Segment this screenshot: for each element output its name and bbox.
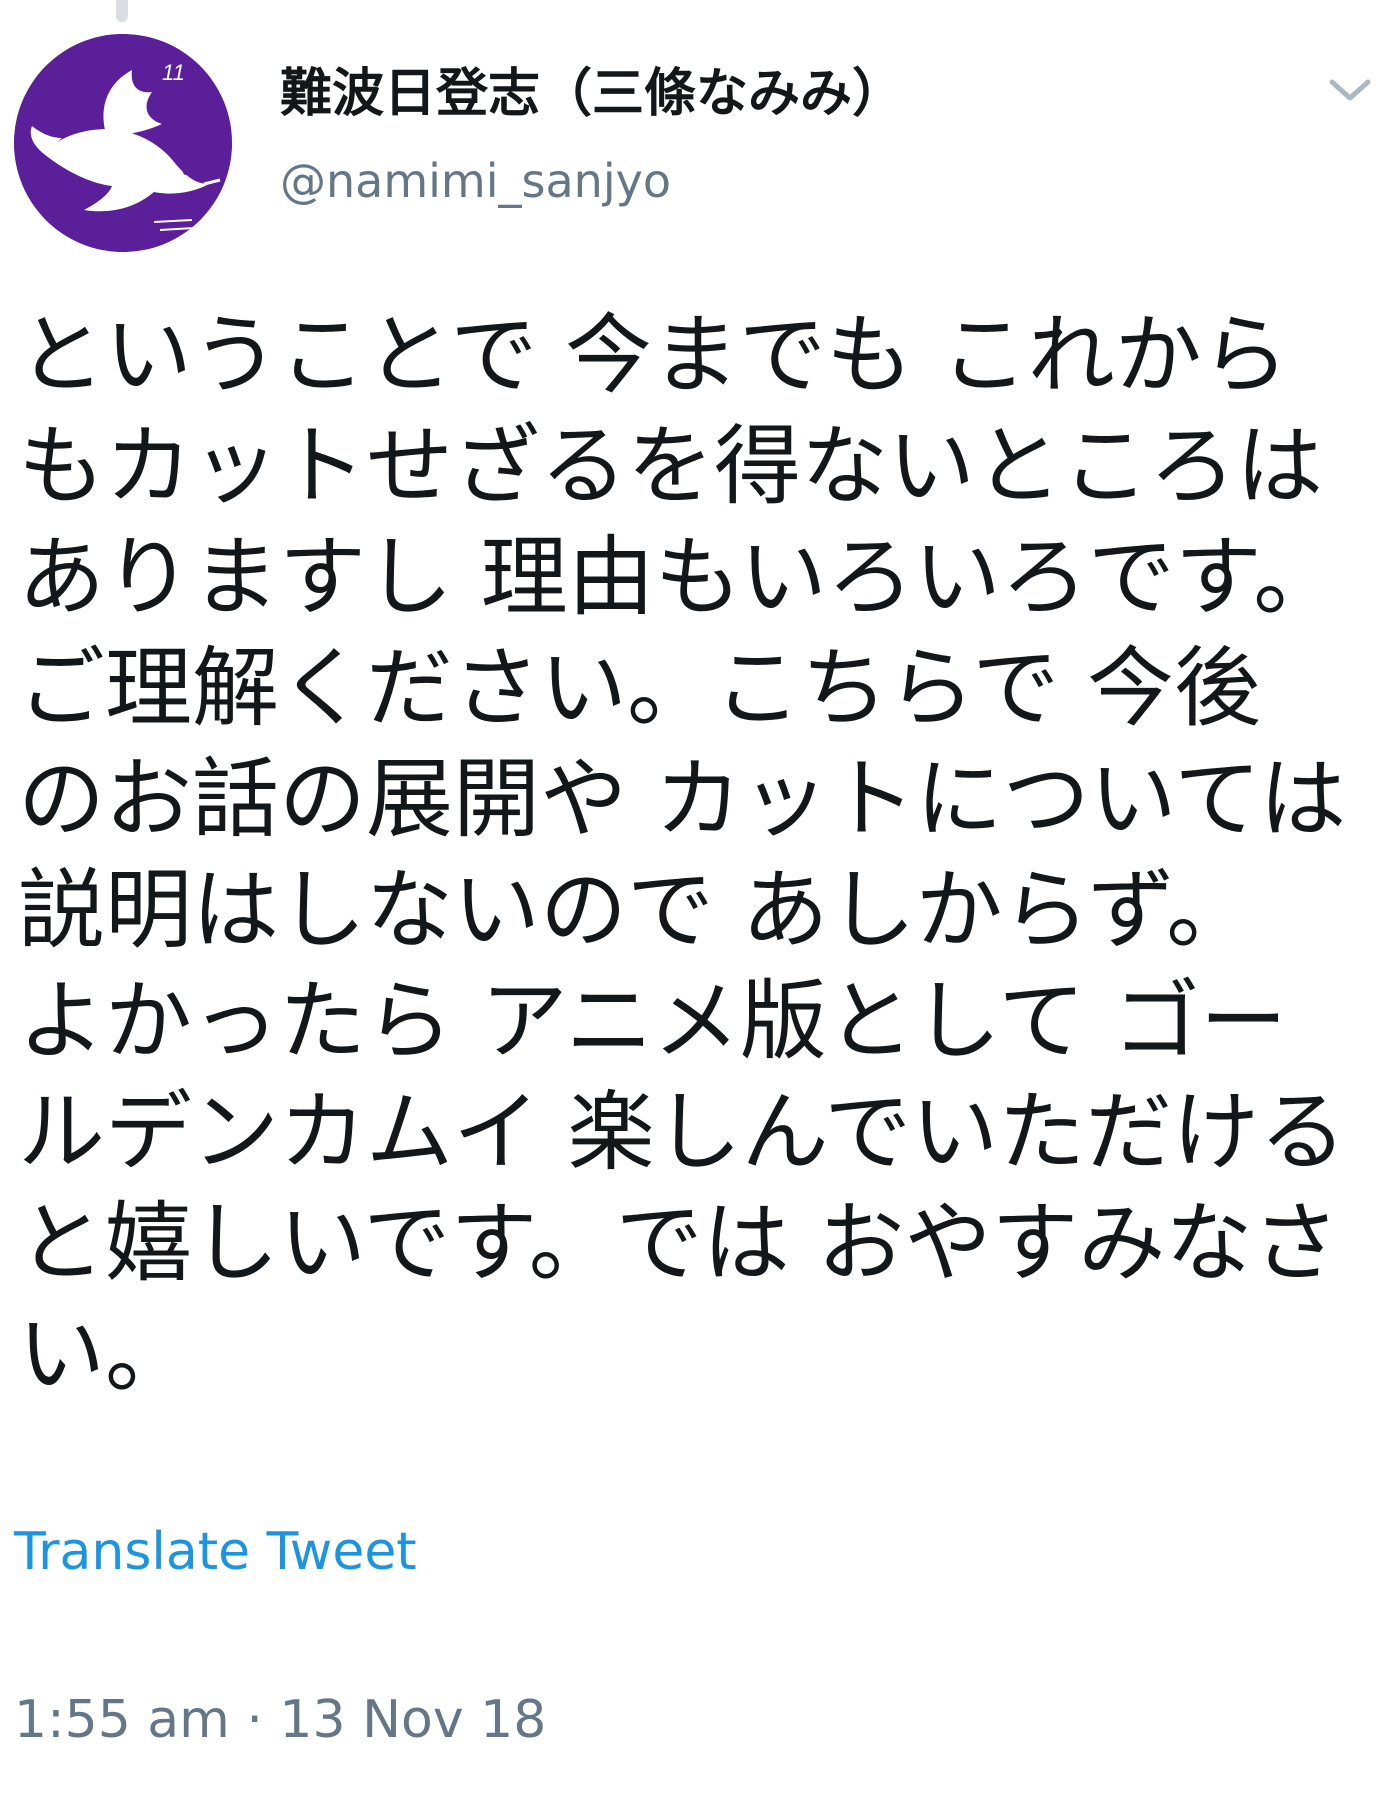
- translate-tweet-link[interactable]: Translate Tweet: [14, 1526, 417, 1578]
- tweet-timestamp[interactable]: 1:55 am · 13 Nov 18: [14, 1694, 546, 1746]
- tweet-text-line: のお話の展開や カットについては: [18, 748, 1347, 850]
- profile-avatar[interactable]: 11: [14, 34, 232, 252]
- tweet-text-line: ということで 今までも これから: [18, 304, 1289, 406]
- thread-connector-line: [116, 0, 128, 22]
- tweet-text-line: と嬉しいです。では おやすみなさ: [18, 1192, 1340, 1294]
- tweet-text-line: よかったら アニメ版として ゴー: [18, 970, 1287, 1072]
- tweet-text-line: もカットせざるを得ないところは: [18, 415, 1323, 517]
- tweet-text-line: い。: [18, 1303, 192, 1405]
- tweet-text: ということで 今までも これから もカットせざるを得ないところは ありますし 理…: [18, 300, 1373, 1410]
- tweet-text-line: ご理解ください。こちらで 今後: [18, 637, 1262, 739]
- user-handle[interactable]: @namimi_sanjyo: [280, 158, 671, 204]
- chevron-down-icon: [1329, 79, 1371, 101]
- tweet-text-line: ありますし 理由もいろいろです。: [18, 526, 1341, 628]
- tweet-menu-button[interactable]: [1326, 72, 1374, 108]
- tweet-text-line: ルデンカムイ 楽しんでいただける: [18, 1081, 1347, 1183]
- tweet-text-line: 説明はしないので あしからず。: [18, 859, 1254, 961]
- avatar-badge: 11: [162, 60, 185, 85]
- display-name[interactable]: 難波日登志（三條なみみ）: [280, 68, 904, 120]
- dove-avatar-image: 11: [14, 34, 232, 252]
